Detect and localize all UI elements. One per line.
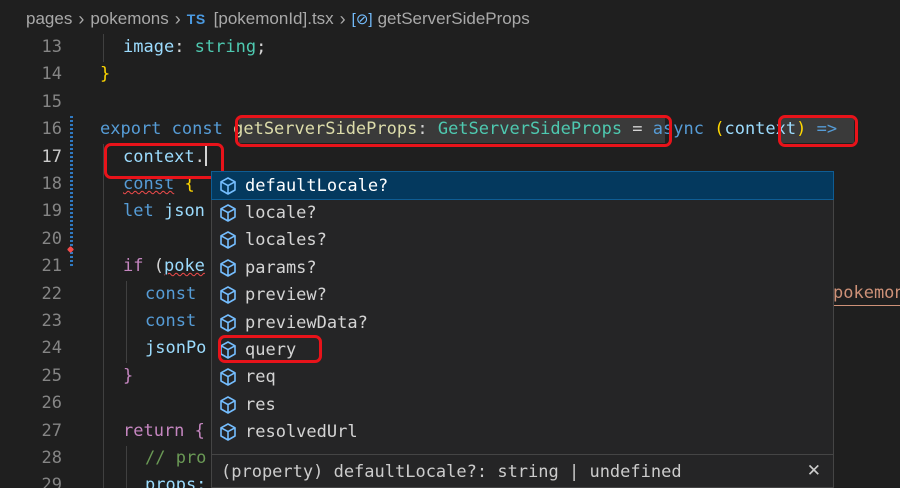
- typescript-file-icon: TS: [186, 11, 206, 27]
- suggest-item-label: resolvedUrl: [245, 422, 358, 443]
- suggest-item[interactable]: preview?: [212, 282, 833, 309]
- code-text: }: [100, 64, 111, 85]
- suggest-details: (property) defaultLocale?: string | unde…: [212, 454, 833, 488]
- code-comment: // pro: [145, 448, 207, 468]
- chevron-right-icon: ›: [174, 8, 181, 29]
- code-text: let json: [123, 201, 205, 222]
- line-number: 27: [41, 420, 62, 441]
- suggest-item-label: params?: [245, 257, 317, 278]
- suggest-item-label: req: [245, 367, 276, 388]
- suggest-item-label: previewData?: [245, 312, 368, 333]
- chevron-right-icon: ›: [339, 8, 346, 29]
- breadcrumb-symbol[interactable]: getServerSideProps: [378, 9, 530, 29]
- suggest-item[interactable]: previewData?: [212, 309, 833, 336]
- property-icon: [218, 176, 238, 196]
- line-number: 29: [41, 475, 62, 488]
- property-icon: [218, 230, 238, 250]
- breadcrumb-file[interactable]: [pokemonId].tsx: [214, 9, 334, 29]
- suggest-item[interactable]: res: [212, 391, 833, 418]
- breadcrumb: pages › pokemons › TS [pokemonId].tsx › …: [0, 0, 900, 38]
- suggest-detail-text: (property) defaultLocale?: string | unde…: [221, 462, 682, 482]
- suggest-item[interactable]: defaultLocale?: [211, 170, 834, 201]
- line-number: 28: [41, 448, 62, 468]
- line-number: 13: [41, 37, 62, 57]
- autocomplete-suggest-widget[interactable]: defaultLocale? locale? locales? params? prev…: [211, 170, 834, 488]
- code-line: 15: [0, 89, 900, 116]
- code-text: jsonPo: [145, 338, 207, 359]
- suggest-item[interactable]: locale?: [212, 199, 833, 226]
- line-number: 15: [41, 91, 62, 112]
- code-text-right: pokemon: [833, 281, 900, 306]
- property-icon: [218, 395, 238, 415]
- line-number: 14: [41, 64, 62, 85]
- code-line: 14 }: [0, 61, 900, 88]
- suggest-item-label: res: [245, 394, 276, 415]
- code-text: const: [145, 311, 197, 331]
- suggest-item[interactable]: req: [212, 364, 833, 391]
- close-icon[interactable]: ✕: [807, 461, 821, 481]
- annotation-box-query: [218, 335, 322, 363]
- line-number: 25: [41, 365, 62, 386]
- suggest-item-label: locales?: [245, 230, 327, 251]
- code-text: props:: [145, 475, 207, 488]
- suggest-item-label: preview?: [245, 285, 327, 306]
- annotation-box-getserversideprops: [235, 115, 672, 147]
- line-number: 17: [41, 146, 62, 167]
- line-number: 22: [41, 283, 62, 304]
- property-icon: [218, 285, 238, 305]
- line-number: 19: [41, 201, 62, 222]
- annotation-box-context-param: [778, 115, 858, 147]
- property-icon: [218, 258, 238, 278]
- chevron-right-icon: ›: [78, 8, 85, 29]
- suggest-item[interactable]: locales?: [212, 227, 833, 254]
- breadcrumb-folder-pokemons[interactable]: pokemons: [90, 9, 168, 29]
- suggest-item-label: locale?: [245, 203, 317, 224]
- annotation-box-context-dot: [104, 143, 224, 179]
- suggest-item[interactable]: params?: [212, 254, 833, 281]
- code-text: return {: [123, 420, 205, 441]
- line-number: 16: [41, 119, 62, 140]
- code-text: image: string;: [123, 37, 267, 57]
- property-icon: [218, 313, 238, 333]
- property-icon: [218, 203, 238, 223]
- code-text: if (poke: [123, 256, 205, 277]
- code-line: 13 image: string;: [0, 34, 900, 61]
- breadcrumb-folder-pages[interactable]: pages: [26, 9, 72, 29]
- line-number: 26: [41, 393, 62, 414]
- line-number: 20: [41, 228, 62, 249]
- line-number: 23: [41, 311, 62, 331]
- line-number: 21: [41, 256, 62, 277]
- symbol-variable-icon: [⊘]: [351, 11, 373, 28]
- line-number: 18: [41, 174, 62, 194]
- line-number: 24: [41, 338, 62, 359]
- code-text: }: [123, 365, 134, 386]
- property-icon: [218, 422, 238, 442]
- property-icon: [218, 367, 238, 387]
- suggest-item[interactable]: resolvedUrl: [212, 419, 833, 446]
- code-text: const: [145, 283, 197, 304]
- suggest-item-label: defaultLocale?: [245, 175, 389, 196]
